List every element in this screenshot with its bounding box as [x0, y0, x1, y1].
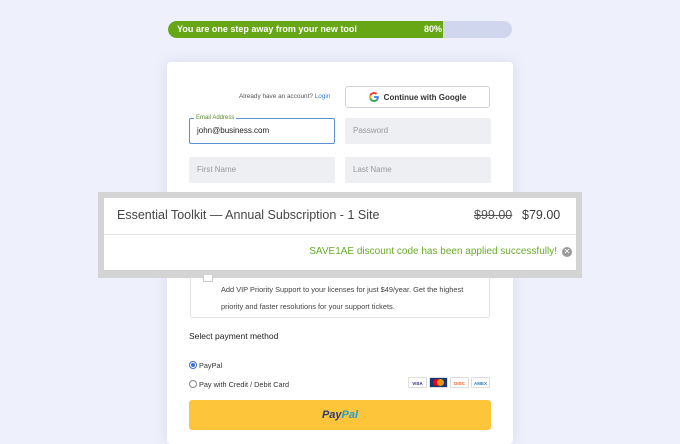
- progress-percent: 80%: [423, 24, 442, 34]
- progress-bar: You are one step away from your new tool…: [168, 21, 512, 38]
- paypal-option-label[interactable]: PayPal: [199, 361, 222, 370]
- order-summary-highlight: Essential Toolkit — Annual Subscription …: [98, 192, 582, 278]
- login-link[interactable]: Login: [315, 93, 331, 100]
- first-name-placeholder: First Name: [197, 165, 237, 174]
- card-option-label[interactable]: Pay with Credit / Debit Card: [199, 380, 289, 389]
- progress-message: You are one step away from your new tool: [177, 24, 357, 34]
- email-label: Email Address: [194, 115, 237, 122]
- accepted-cards: VISA DISC AMEX: [408, 377, 490, 388]
- product-name: Essential Toolkit — Annual Subscription …: [117, 208, 380, 222]
- amex-icon: AMEX: [471, 377, 490, 388]
- payment-method-title: Select payment method: [189, 331, 279, 341]
- remove-discount-icon[interactable]: ✕: [562, 247, 572, 257]
- password-field[interactable]: Password: [345, 118, 491, 144]
- original-price: $99.00: [474, 208, 513, 222]
- google-signin-button[interactable]: Continue with Google: [345, 86, 490, 108]
- discounted-price: $79.00: [522, 208, 561, 222]
- visa-icon: VISA: [408, 377, 427, 388]
- google-button-label: Continue with Google: [383, 92, 467, 102]
- login-prompt-text: Already have an account?: [239, 93, 313, 100]
- mastercard-icon: [429, 377, 448, 388]
- paypal-logo-pay: Pay: [321, 409, 342, 421]
- email-value: john@business.com: [197, 126, 270, 135]
- card-radio[interactable]: [189, 380, 197, 388]
- order-line-item: Essential Toolkit — Annual Subscription …: [104, 198, 576, 235]
- vip-support-checkbox[interactable]: [203, 275, 213, 282]
- password-placeholder: Password: [353, 126, 389, 135]
- first-name-field[interactable]: First Name: [189, 157, 335, 183]
- paypal-radio[interactable]: [189, 361, 197, 369]
- paypal-logo-pal: Pal: [341, 409, 359, 421]
- login-prompt: Already have an account? Login: [239, 93, 330, 100]
- discount-applied-message: SAVE1AE discount code has been applied s…: [309, 246, 557, 257]
- paypal-checkout-button[interactable]: Pay Pal: [189, 400, 491, 430]
- vip-support-text: Add VIP Priority Support to your license…: [221, 285, 464, 311]
- last-name-placeholder: Last Name: [353, 165, 392, 174]
- last-name-field[interactable]: Last Name: [345, 157, 491, 183]
- google-icon: [368, 92, 379, 102]
- order-summary: Essential Toolkit — Annual Subscription …: [104, 198, 576, 270]
- discover-icon: DISC: [450, 377, 469, 388]
